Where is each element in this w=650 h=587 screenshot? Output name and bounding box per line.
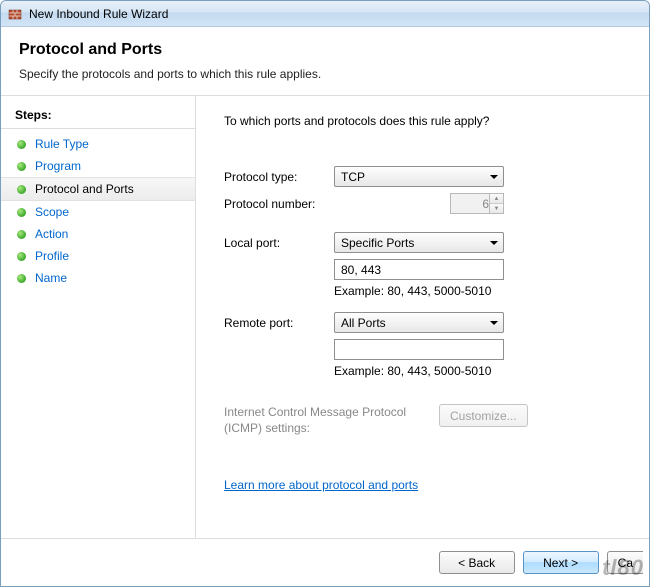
protocol-type-value: TCP [341, 170, 365, 184]
spinner-down-icon: ▼ [490, 204, 503, 213]
step-label: Scope [35, 205, 69, 219]
chevron-down-icon [490, 175, 498, 179]
intro-question: To which ports and protocols does this r… [224, 114, 631, 128]
next-button[interactable]: Next > [523, 551, 599, 574]
bullet-icon [17, 140, 26, 149]
local-port-select[interactable]: Specific Ports [334, 232, 504, 253]
step-label: Name [35, 271, 67, 285]
remote-port-example: Example: 80, 443, 5000-5010 [334, 364, 631, 378]
steps-panel: Steps: Rule Type Program Protocol and Port… [1, 96, 196, 538]
window-title: New Inbound Rule Wizard [29, 7, 168, 21]
main-panel: To which ports and protocols does this r… [196, 96, 649, 538]
icmp-label: Internet Control Message Protocol (ICMP)… [224, 404, 439, 436]
chevron-down-icon [490, 241, 498, 245]
local-port-input[interactable] [334, 259, 504, 280]
page-title: Protocol and Ports [19, 41, 631, 59]
remote-port-label: Remote port: [224, 316, 334, 330]
bullet-icon [17, 162, 26, 171]
step-item[interactable]: Scope [1, 201, 195, 223]
protocol-type-select[interactable]: TCP [334, 166, 504, 187]
spinner-up-icon: ▲ [490, 194, 503, 204]
remote-port-select-value: All Ports [341, 316, 386, 330]
step-label: Profile [35, 249, 69, 263]
header: Protocol and Ports Specify the protocols… [1, 27, 649, 96]
protocol-number-value: 6 [457, 197, 489, 211]
protocol-number-spinner: 6 ▲ ▼ [450, 193, 504, 214]
customize-button: Customize... [439, 404, 528, 427]
remote-port-select[interactable]: All Ports [334, 312, 504, 333]
protocol-type-label: Protocol type: [224, 170, 334, 184]
step-label: Protocol and Ports [35, 182, 134, 196]
step-label: Program [35, 159, 81, 173]
remote-port-input[interactable] [334, 339, 504, 360]
step-item[interactable]: Rule Type [1, 133, 195, 155]
step-item[interactable]: Protocol and Ports [1, 177, 195, 201]
learn-more-link[interactable]: Learn more about protocol and ports [224, 478, 418, 492]
step-item[interactable]: Name [1, 267, 195, 289]
footer: < Back Next > Ca [1, 538, 649, 586]
bullet-icon [17, 208, 26, 217]
step-item[interactable]: Program [1, 155, 195, 177]
firewall-icon [7, 6, 23, 22]
chevron-down-icon [490, 321, 498, 325]
bullet-icon [17, 230, 26, 239]
back-button[interactable]: < Back [439, 551, 515, 574]
step-label: Action [35, 227, 68, 241]
step-item[interactable]: Action [1, 223, 195, 245]
titlebar: New Inbound Rule Wizard [1, 1, 649, 27]
step-item[interactable]: Profile [1, 245, 195, 267]
protocol-number-label: Protocol number: [224, 197, 334, 211]
bullet-icon [17, 185, 26, 194]
local-port-label: Local port: [224, 236, 334, 250]
steps-header: Steps: [1, 104, 195, 129]
bullet-icon [17, 252, 26, 261]
step-label: Rule Type [35, 137, 89, 151]
local-port-example: Example: 80, 443, 5000-5010 [334, 284, 631, 298]
spinner-arrows: ▲ ▼ [489, 194, 503, 213]
bullet-icon [17, 274, 26, 283]
local-port-select-value: Specific Ports [341, 236, 414, 250]
cancel-button[interactable]: Ca [607, 551, 643, 574]
page-subtitle: Specify the protocols and ports to which… [19, 67, 631, 81]
